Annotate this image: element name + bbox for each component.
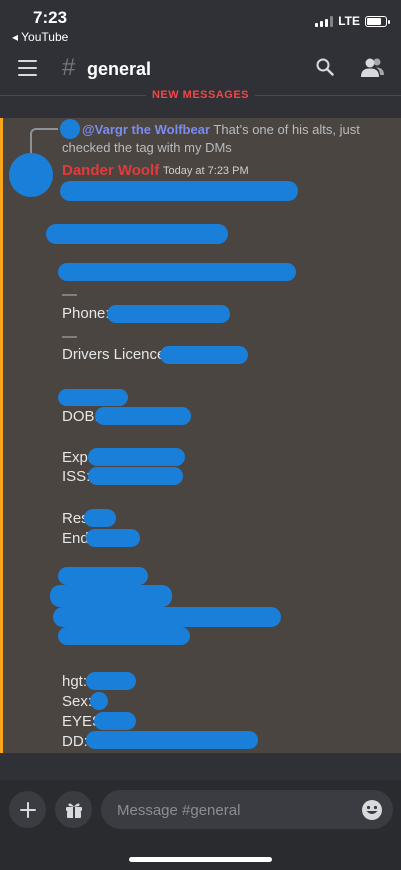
- redaction-mark: [90, 692, 108, 710]
- height-label: hgt:: [62, 673, 88, 690]
- emoji-icon[interactable]: [361, 799, 383, 821]
- separator-dash: —: [62, 328, 77, 345]
- redaction-mark: [58, 389, 128, 406]
- channel-hash-icon: #: [62, 54, 76, 81]
- redaction-mark: [58, 567, 148, 585]
- new-messages-label: NEW MESSAGES: [0, 89, 401, 101]
- reply-connector: [30, 128, 58, 154]
- add-attachment-button[interactable]: [9, 791, 46, 828]
- redaction-mark: [107, 305, 230, 323]
- plus-icon: [19, 801, 36, 818]
- licence-label: Drivers Licence: [62, 346, 166, 363]
- avatar[interactable]: [9, 153, 53, 197]
- reply-mention: @Vargr the Wolfbear: [82, 122, 211, 137]
- battery-icon: [365, 15, 390, 27]
- redaction-mark: [88, 467, 183, 485]
- gift-button[interactable]: [55, 791, 92, 828]
- sex-label: Sex:: [62, 693, 93, 710]
- end-label: End: [62, 530, 89, 547]
- message-highlight[interactable]: [0, 118, 401, 753]
- reply-preview[interactable]: @Vargr the Wolfbear That’s one of his al…: [62, 121, 382, 157]
- status-indicators: LTE: [315, 14, 390, 28]
- message-author[interactable]: Dander Woolf: [62, 162, 159, 179]
- message-input-container[interactable]: [101, 790, 393, 831]
- redaction-mark: [86, 529, 140, 547]
- redaction-mark: [160, 346, 248, 364]
- phone-label: Phone:: [62, 305, 110, 322]
- redaction-mark: [58, 263, 296, 281]
- redaction-mark: [58, 627, 190, 645]
- message-input[interactable]: [115, 790, 349, 831]
- gift-icon: [65, 803, 82, 818]
- redaction-mark: [53, 607, 281, 627]
- home-indicator[interactable]: [129, 857, 272, 862]
- menu-icon[interactable]: [18, 60, 37, 76]
- redaction-mark: [86, 672, 136, 690]
- network-label: LTE: [338, 14, 360, 28]
- redaction-mark: [95, 407, 191, 425]
- dob-label: DOB:: [62, 408, 99, 425]
- separator-dash: —: [62, 286, 77, 303]
- back-to-app-link[interactable]: ◂ YouTube: [12, 30, 68, 44]
- status-time: 7:23: [33, 8, 68, 27]
- signal-icon: [315, 15, 334, 27]
- redaction-mark: [84, 509, 116, 527]
- mention-indicator-bar: [0, 118, 3, 753]
- message-timestamp: Today at 7:23 PM: [163, 165, 249, 177]
- search-icon[interactable]: [316, 58, 334, 76]
- redaction-mark: [46, 224, 228, 244]
- redaction-mark: [88, 448, 185, 466]
- iss-label: ISS:: [62, 468, 91, 485]
- dd-label: DD:: [62, 733, 88, 750]
- redaction-mark: [86, 731, 258, 749]
- channel-title: general: [87, 59, 152, 79]
- redaction-mark: [50, 585, 172, 607]
- members-icon[interactable]: [360, 57, 384, 77]
- redaction-mark: [94, 712, 136, 730]
- redaction-mark: [60, 181, 298, 201]
